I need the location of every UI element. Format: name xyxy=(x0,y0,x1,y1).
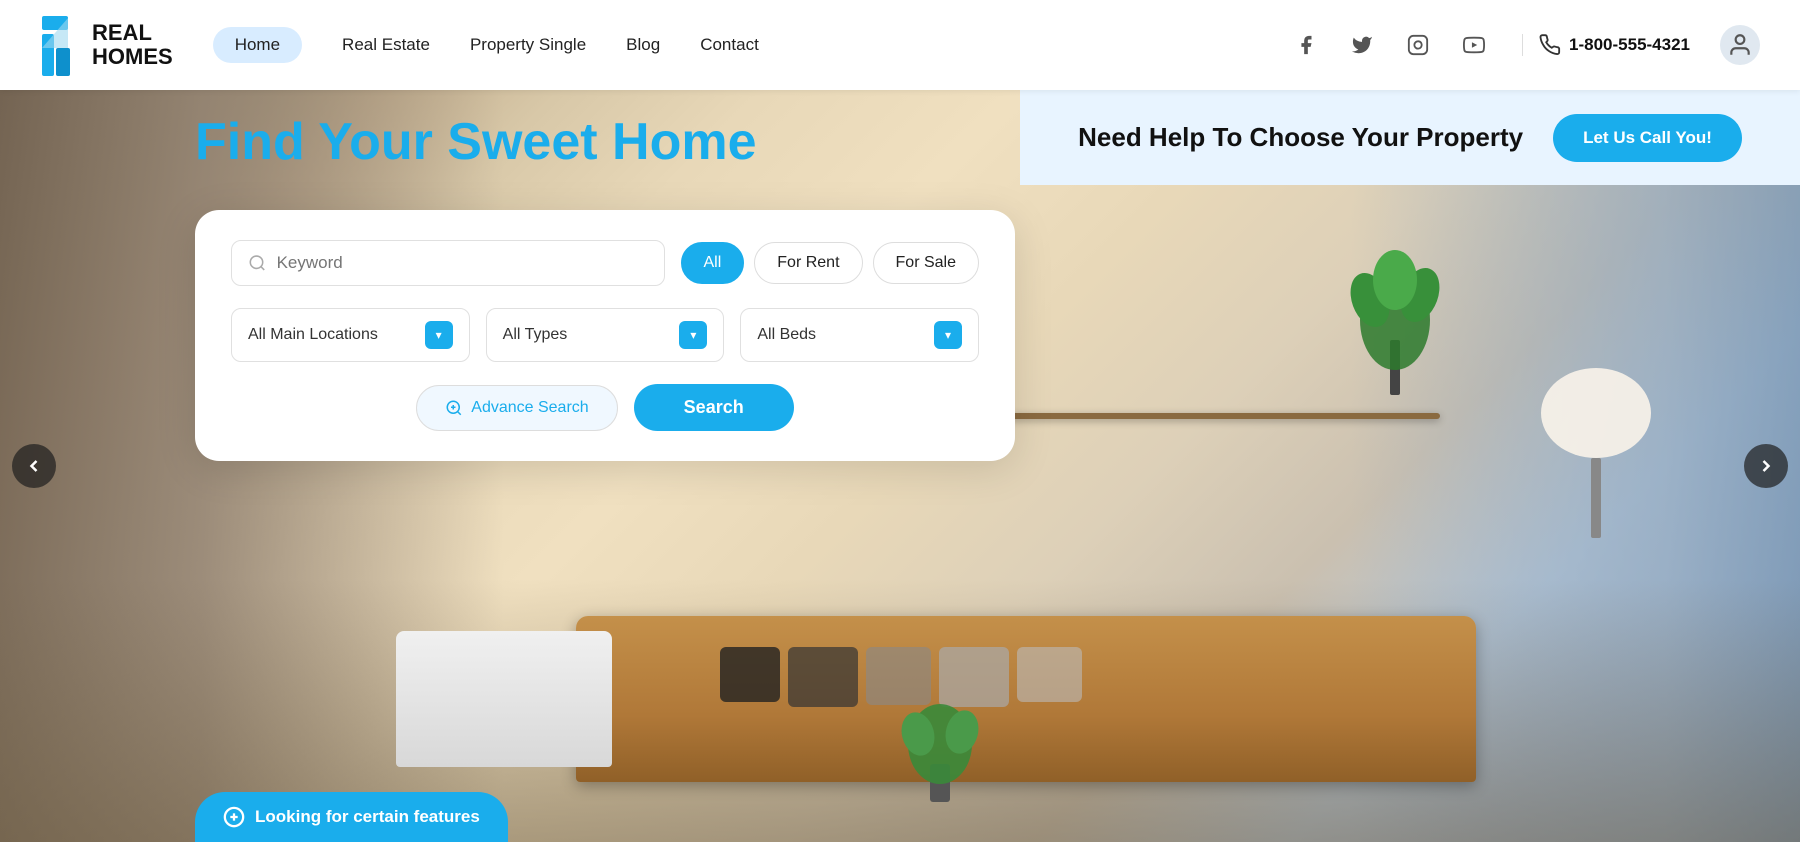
beds-select[interactable]: All Beds ▾ xyxy=(740,308,979,362)
twitter-icon[interactable] xyxy=(1344,27,1380,63)
youtube-icon[interactable] xyxy=(1456,27,1492,63)
call-btn[interactable]: Let Us Call You! xyxy=(1553,114,1742,162)
carousel-arrow-left[interactable] xyxy=(12,444,56,488)
advance-search-icon xyxy=(445,399,463,417)
nav-property-single[interactable]: Property Single xyxy=(470,35,586,55)
search-row-1: All For Rent For Sale xyxy=(231,240,979,286)
search-row-2: All Main Locations ▾ All Types ▾ All Bed… xyxy=(231,308,979,362)
phone-number[interactable]: 1-800-555-4321 xyxy=(1569,35,1690,55)
navbar: REAL HOMES Home Real Estate Property Sin… xyxy=(0,0,1800,90)
nav-home[interactable]: Home xyxy=(213,27,302,63)
nav-real-estate[interactable]: Real Estate xyxy=(342,35,430,55)
keyword-field-wrap xyxy=(231,240,665,286)
type-buttons: All For Rent For Sale xyxy=(681,242,980,284)
room-lamp xyxy=(1536,353,1656,553)
keyword-input[interactable] xyxy=(277,253,648,273)
keyword-search-icon xyxy=(248,253,267,273)
room-chair xyxy=(396,631,612,766)
search-row-3: Advance Search Search xyxy=(231,384,979,431)
instagram-icon[interactable] xyxy=(1400,27,1436,63)
location-select[interactable]: All Main Locations ▾ xyxy=(231,308,470,362)
types-select[interactable]: All Types ▾ xyxy=(486,308,725,362)
phone-wrap: 1-800-555-4321 xyxy=(1522,34,1690,56)
nav-contact[interactable]: Contact xyxy=(700,35,759,55)
hero-headline: Find Your Sweet Home xyxy=(195,112,757,172)
user-avatar[interactable] xyxy=(1720,25,1760,65)
features-btn[interactable]: Looking for certain features xyxy=(195,792,508,842)
search-btn[interactable]: Search xyxy=(634,384,794,431)
phone-icon xyxy=(1539,34,1561,56)
logo-text: REAL HOMES xyxy=(92,21,173,69)
nav-links: Home Real Estate Property Single Blog Co… xyxy=(213,27,1288,63)
logo-icon xyxy=(40,14,82,76)
advance-search-btn[interactable]: Advance Search xyxy=(416,385,617,431)
search-panel: All For Rent For Sale All Main Locations… xyxy=(195,210,1015,461)
help-box: Need Help To Choose Your Property Let Us… xyxy=(1020,90,1800,185)
nav-right: 1-800-555-4321 xyxy=(1288,25,1760,65)
carousel-arrow-right[interactable] xyxy=(1744,444,1788,488)
logo[interactable]: REAL HOMES xyxy=(40,14,173,76)
type-btn-for-sale[interactable]: For Sale xyxy=(873,242,979,284)
hero-banner: Find Your Sweet Home Need Help To Choose… xyxy=(0,90,1800,842)
room-plant xyxy=(1350,240,1440,400)
types-label: All Types xyxy=(503,326,680,344)
beds-arrow-icon: ▾ xyxy=(934,321,962,349)
type-btn-for-rent[interactable]: For Rent xyxy=(754,242,862,284)
types-arrow-icon: ▾ xyxy=(679,321,707,349)
type-btn-all[interactable]: All xyxy=(681,242,745,284)
facebook-icon[interactable] xyxy=(1288,27,1324,63)
hero-top-bar: Find Your Sweet Home Need Help To Choose… xyxy=(0,90,1800,185)
location-arrow-icon: ▾ xyxy=(425,321,453,349)
nav-blog[interactable]: Blog xyxy=(626,35,660,55)
beds-label: All Beds xyxy=(757,326,934,344)
help-text: Need Help To Choose Your Property xyxy=(1078,122,1523,153)
floor-plant xyxy=(900,684,980,804)
circle-plus-icon xyxy=(223,806,245,828)
location-label: All Main Locations xyxy=(248,326,425,344)
